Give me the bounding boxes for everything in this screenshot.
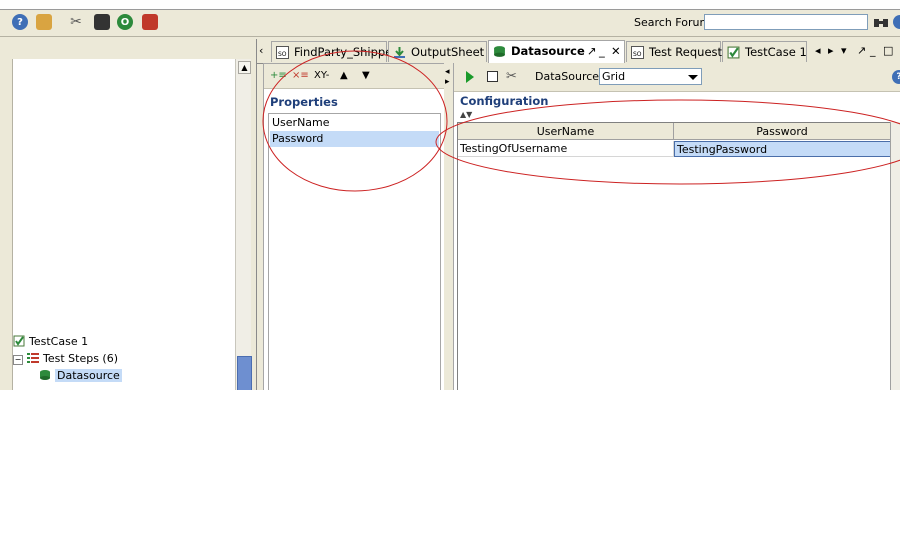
options-tools-icon[interactable]: ✂ bbox=[506, 69, 517, 84]
splitter-left-icon[interactable]: ◂ bbox=[445, 67, 450, 77]
tabs-prev-icon[interactable]: ◂ bbox=[815, 44, 821, 57]
datasource-select[interactable]: Grid bbox=[599, 68, 702, 85]
proxy-icon[interactable] bbox=[94, 14, 110, 30]
tab-test-request[interactable]: SO Test Request bbox=[626, 41, 722, 62]
datasource-grid: UserName Password TestingOfUsername Test… bbox=[457, 122, 894, 390]
property-row[interactable]: UserName bbox=[270, 115, 439, 131]
svg-text:SO: SO bbox=[278, 51, 287, 58]
stop-icon[interactable] bbox=[487, 71, 498, 82]
testcase-check-icon bbox=[13, 335, 25, 347]
grid-cell[interactable]: TestingPassword bbox=[674, 141, 891, 157]
datasource-label: DataSource: bbox=[535, 70, 603, 83]
grid-header-password[interactable]: Password bbox=[674, 123, 891, 140]
search-help-icon[interactable] bbox=[893, 15, 900, 29]
binoculars-icon[interactable] bbox=[874, 16, 888, 28]
properties-toolbar: +≡ ×≡ XY- ▲ ▼ bbox=[264, 64, 445, 89]
xy-property-icon[interactable]: XY- bbox=[314, 70, 329, 81]
panel-detach-icon[interactable]: ↗ bbox=[857, 44, 866, 57]
tabs-next-icon[interactable]: ▸ bbox=[828, 44, 834, 57]
properties-list: UserName Password bbox=[268, 113, 441, 390]
chevron-down-icon bbox=[688, 75, 698, 80]
tab-outputsheet[interactable]: OutputSheet bbox=[388, 41, 487, 62]
move-up-icon[interactable]: ▲ bbox=[340, 70, 348, 81]
add-property-icon[interactable]: +≡ bbox=[270, 70, 287, 81]
splitter-right-icon[interactable]: ▸ bbox=[445, 77, 450, 87]
tabs-list-icon[interactable]: ▾ bbox=[841, 44, 847, 57]
title-strip bbox=[0, 0, 900, 10]
scroll-up-arrow-icon[interactable]: ▲ bbox=[238, 61, 251, 74]
grid-scrollbar[interactable] bbox=[890, 122, 900, 390]
steps-list-icon bbox=[27, 353, 39, 363]
tools-icon[interactable]: ✂ bbox=[68, 14, 84, 30]
editor-tab-bar: ‹ SO FindParty_Shipper OutputSheet Dataso… bbox=[257, 39, 900, 64]
soapui-window: ? ✂ O Search Forum TestCase 1 − Test Step… bbox=[0, 0, 900, 390]
grid-header-username[interactable]: UserName bbox=[458, 123, 674, 140]
configuration-panel: ✂ DataSource: Grid ? Configuration ▲▼ Us… bbox=[453, 63, 900, 390]
navigator-scrollbar[interactable]: ▲ bbox=[235, 59, 252, 390]
properties-title: Properties bbox=[270, 95, 338, 109]
test-request-icon: SO bbox=[631, 46, 644, 59]
scroll-thumb[interactable] bbox=[237, 356, 252, 390]
tree-item-test-steps[interactable]: − Test Steps (6) bbox=[13, 352, 118, 365]
tab-datasource[interactable]: Datasource ↗ _ ✕ bbox=[488, 40, 625, 63]
navigator-tree: TestCase 1 − Test Steps (6) Datasource bbox=[12, 59, 251, 390]
tree-item-datasource[interactable]: Datasource bbox=[39, 369, 122, 382]
tree-item-testcase[interactable]: TestCase 1 bbox=[13, 335, 88, 348]
soap-request-icon: SO bbox=[276, 46, 289, 59]
tab-minimize-icon[interactable]: _ bbox=[599, 41, 605, 62]
datasource-icon bbox=[40, 370, 50, 380]
run-icon[interactable] bbox=[466, 71, 474, 83]
configuration-toolbar: ✂ DataSource: Grid ? bbox=[454, 63, 900, 92]
svg-text:SO: SO bbox=[633, 51, 642, 58]
panel-maximize-icon[interactable]: □ bbox=[883, 44, 893, 57]
testcase-tab-icon bbox=[727, 46, 740, 59]
remove-property-icon[interactable]: ×≡ bbox=[292, 70, 309, 81]
properties-panel: +≡ ×≡ XY- ▲ ▼ Properties UserName Passwo… bbox=[263, 63, 446, 390]
exit-icon[interactable] bbox=[142, 14, 158, 30]
main-toolbar: ? ✂ O Search Forum bbox=[0, 10, 900, 37]
panel-splitter[interactable]: ◂ ▸ bbox=[444, 63, 453, 390]
search-forum-input[interactable] bbox=[704, 14, 868, 30]
tab-detach-icon[interactable]: ↗ bbox=[587, 41, 597, 62]
user-icon[interactable] bbox=[36, 14, 52, 30]
grid-cell[interactable]: TestingOfUsername bbox=[458, 141, 674, 157]
search-forum-label: Search Forum bbox=[634, 16, 711, 29]
panel-minimize-icon[interactable]: _ bbox=[870, 44, 876, 57]
sort-arrows-icon[interactable]: ▲▼ bbox=[460, 110, 472, 119]
tab-findparty-shipper[interactable]: SO FindParty_Shipper bbox=[271, 41, 397, 62]
help-icon[interactable]: ? bbox=[12, 14, 28, 30]
help-icon[interactable]: ? bbox=[892, 70, 900, 84]
collapse-icon[interactable]: − bbox=[13, 355, 23, 365]
tab-testcase-1[interactable]: TestCase 1 bbox=[722, 41, 807, 62]
tabs-scroll-left-icon[interactable]: ‹ bbox=[259, 44, 263, 57]
configuration-title: Configuration bbox=[460, 94, 549, 108]
output-download-icon bbox=[394, 47, 405, 58]
monitor-icon[interactable]: O bbox=[117, 14, 133, 30]
move-down-icon[interactable]: ▼ bbox=[362, 70, 370, 81]
property-row[interactable]: Password bbox=[270, 131, 439, 147]
tab-close-icon[interactable]: ✕ bbox=[611, 41, 621, 62]
datasource-tab-icon bbox=[494, 46, 505, 57]
